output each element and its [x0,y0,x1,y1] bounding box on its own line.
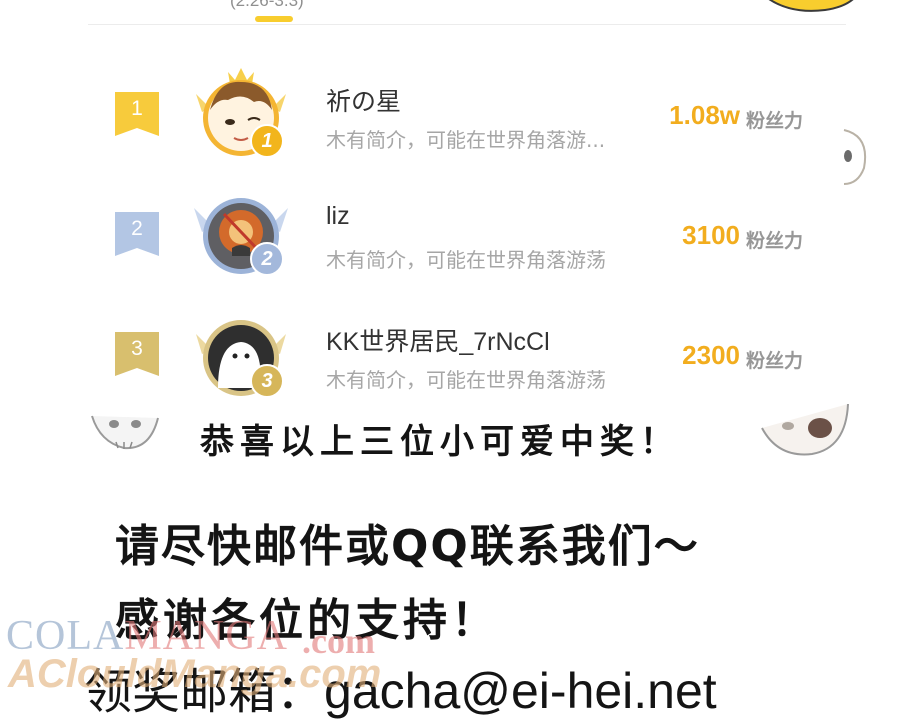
skull-doodle-icon [91,415,159,450]
fans-power-label: 粉丝力 [746,230,804,252]
peeking-character-icon [843,129,866,185]
rank-medal-icon: 1 [250,124,284,158]
rank-number: 2 [131,217,143,240]
fans-power-value: 1.08w [669,100,740,130]
congratulations-text: 恭喜以上三位小可爱中奖！ [200,422,680,462]
username[interactable]: 祈の星 [326,82,401,118]
avatar[interactable]: 2 [188,182,294,288]
rank-number-container: 1 [115,92,159,136]
username[interactable]: KK世界居民_7rNcCl [326,322,550,358]
user-bio: 木有简介，可能在世界角落游... [326,128,606,152]
user-bio: 木有简介，可能在世界角落游荡 [326,248,606,272]
rank-number-container: 2 [115,212,159,256]
date-range-label: (2.26-3.3) [230,0,304,10]
fans-power-value: 2300 [682,340,740,370]
prize-email-address[interactable]: gacha@ei-hei.net [324,663,717,719]
leaderboard-row[interactable]: 2 2 liz 木有简介，可能在世界角落游荡 3100 粉丝力 [0,188,900,288]
rank-medal-icon: 2 [250,242,284,276]
rank-medal-icon: 3 [250,364,284,398]
crown-wings-icon [196,68,286,156]
bronze-wings-icon [196,320,286,396]
rank-number: 1 [131,97,143,120]
top-tab-bar: (2.26-3.3) x [0,0,900,26]
contact-instructions: 请尽快邮件或QQ联系我们～ [115,521,700,572]
speech-bubble-decoration-icon: x [768,0,854,12]
watermark-acloud: AClouldManga.com [8,652,382,696]
fans-power-label: 粉丝力 [746,350,804,372]
skull-doodle-icon [761,403,849,456]
avatar[interactable]: 1 [188,64,294,170]
username[interactable]: liz [326,202,350,231]
rank-number: 3 [131,337,143,360]
user-bio: 木有简介，可能在世界角落游荡 [326,368,606,392]
active-tab-indicator [255,16,293,22]
leaderboard-row[interactable]: 3 3 KK世界居民_7rNcCl 木有简介，可能在世界角落游荡 2300 粉丝… [0,308,900,408]
leaderboard-row[interactable]: 1 1 祈の星 木有简介，可能在世界角落游... 1.08w 粉丝力 [0,68,900,168]
rank-number-container: 3 [115,332,159,376]
fans-power-label: 粉丝力 [746,110,804,132]
silver-wings-icon [194,198,288,274]
fans-power-value: 3100 [682,220,740,250]
avatar[interactable]: 3 [188,304,294,410]
header-divider [88,24,846,25]
